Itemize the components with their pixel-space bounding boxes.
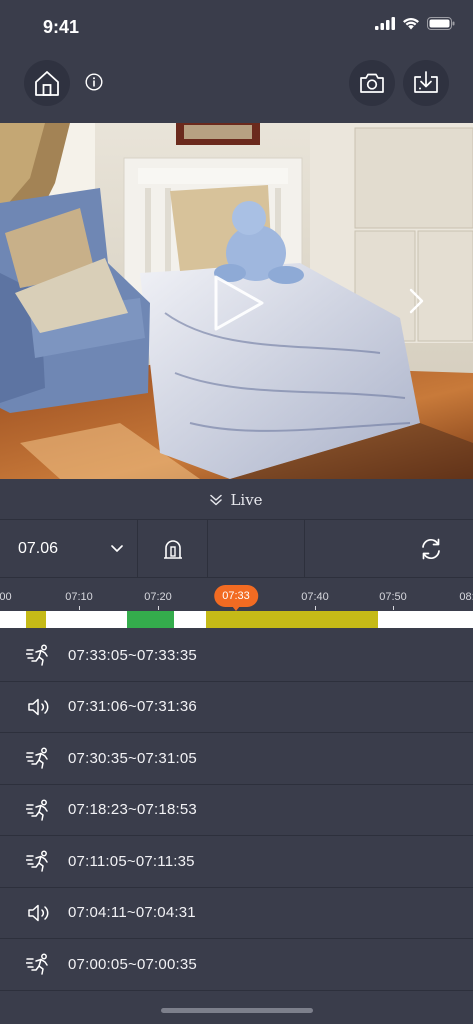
download-button[interactable] — [403, 60, 449, 106]
current-time-marker[interactable]: 07:33 — [214, 585, 258, 607]
info-button[interactable] — [84, 72, 104, 92]
download-icon — [414, 71, 438, 93]
event-time: 07:11:05~07:11:35 — [68, 852, 195, 870]
status-time: 9:41 — [43, 17, 80, 37]
camera-icon — [360, 73, 384, 93]
event-row[interactable]: 07:33:05~07:33:35 — [0, 630, 473, 682]
signal-icon — [375, 17, 395, 30]
home-button[interactable] — [24, 60, 70, 106]
timeline-track[interactable] — [0, 611, 473, 628]
top-bar — [0, 58, 473, 110]
sound-icon — [26, 902, 52, 924]
tick-mark — [79, 606, 80, 610]
tick-mark — [393, 606, 394, 610]
event-list: 07:33:05~07:33:35 07:31:06~07:31:36 07:3… — [0, 630, 473, 991]
door-icon — [163, 540, 182, 559]
motion-icon — [26, 644, 52, 666]
live-toggle[interactable]: Live — [0, 480, 473, 520]
event-time: 07:00:05~07:00:35 — [68, 955, 197, 973]
battery-icon — [427, 17, 455, 30]
camera-video-view[interactable] — [0, 123, 473, 479]
sound-segment[interactable] — [127, 611, 174, 628]
home-indicator[interactable] — [161, 1008, 313, 1013]
play-button[interactable] — [213, 274, 265, 337]
play-icon — [214, 275, 264, 331]
live-label: Live — [230, 490, 263, 509]
home-icon — [35, 71, 59, 96]
event-time: 07:33:05~07:33:35 — [68, 646, 197, 664]
tick-label: 07:40 — [301, 591, 329, 603]
event-row[interactable]: 07:11:05~07:11:35 — [0, 836, 473, 888]
event-time: 07:04:11~07:04:31 — [68, 904, 196, 922]
refresh-icon — [422, 538, 440, 560]
tick-label: 07:50 — [379, 591, 407, 603]
status-icons — [375, 17, 455, 30]
date-value: 07.06 — [18, 540, 59, 557]
event-row[interactable]: 07:31:06~07:31:36 — [0, 682, 473, 733]
chevron-right-icon — [409, 288, 424, 314]
motion-segment[interactable] — [26, 611, 46, 628]
motion-icon — [26, 747, 52, 769]
event-row[interactable]: 07:30:35~07:31:05 — [0, 733, 473, 785]
event-time: 07:30:35~07:31:05 — [68, 749, 197, 767]
next-video-button[interactable] — [405, 288, 427, 319]
tick-label: 07:10 — [65, 591, 93, 603]
motion-icon — [26, 850, 52, 872]
door-filter-button[interactable] — [138, 520, 208, 578]
event-time: 07:18:23~07:18:53 — [68, 801, 197, 819]
double-chevron-down-icon — [210, 494, 223, 505]
event-row[interactable]: 07:00:05~07:00:35 — [0, 939, 473, 991]
event-row[interactable]: 07:04:11~07:04:31 — [0, 888, 473, 939]
date-selector[interactable]: 07.06 — [0, 520, 138, 578]
chevron-down-icon — [111, 545, 123, 552]
event-time: 07:31:06~07:31:36 — [68, 698, 197, 716]
tick-label: 08: — [459, 591, 473, 603]
info-icon — [85, 73, 103, 91]
tick-label: 07:20 — [144, 591, 172, 603]
controls-empty-cell-1 — [208, 520, 305, 578]
snapshot-button[interactable] — [349, 60, 395, 106]
event-row[interactable]: 07:18:23~07:18:53 — [0, 785, 473, 836]
motion-segment[interactable] — [206, 611, 378, 628]
motion-icon — [26, 953, 52, 975]
tick-mark — [158, 606, 159, 610]
refresh-button[interactable] — [305, 520, 473, 578]
sound-icon — [26, 696, 52, 718]
current-time-caret — [232, 606, 240, 611]
wifi-icon — [403, 17, 419, 30]
event-timeline[interactable]: :00 07:10 07:20 07:40 07:50 08: 07:33 — [0, 578, 473, 630]
tick-label: :00 — [0, 591, 12, 603]
motion-icon — [26, 799, 52, 821]
playback-controls: 07.06 — [0, 520, 473, 578]
status-bar: 9:41 — [0, 0, 473, 52]
tick-mark — [315, 606, 316, 610]
